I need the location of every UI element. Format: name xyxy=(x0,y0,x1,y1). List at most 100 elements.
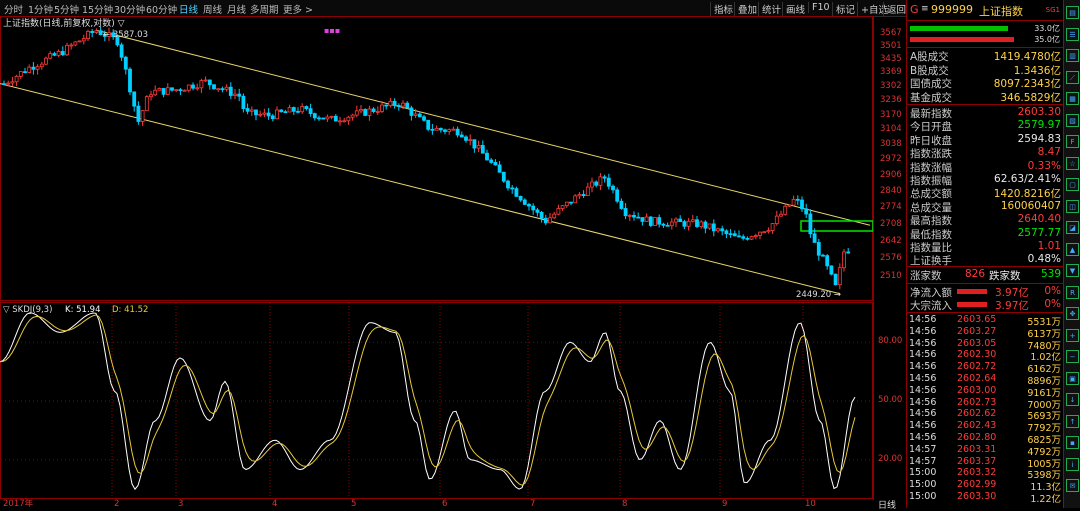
toolbar-button-2[interactable]: 统计 xyxy=(758,2,784,16)
price-pane-frame xyxy=(0,16,873,301)
quote-value: 2579.97 xyxy=(1017,119,1061,132)
panel-header[interactable]: G ≡ 999999 上证指数 SG1 xyxy=(907,2,1064,18)
candle-body xyxy=(779,213,783,217)
candle-body xyxy=(812,233,817,243)
high-label: ← 3587.03 xyxy=(103,30,148,40)
save-icon[interactable]: ▪ xyxy=(1066,436,1079,449)
toolbar-button-3[interactable]: 画线 xyxy=(782,2,808,16)
candles xyxy=(2,26,851,290)
candle-body xyxy=(39,63,44,68)
candle-body xyxy=(233,93,237,96)
tick-price: 2602.80 xyxy=(957,432,997,443)
candle-body xyxy=(438,127,443,131)
table-icon[interactable]: ▧ xyxy=(1066,113,1079,127)
candle-body xyxy=(497,164,502,173)
kline-chart[interactable]: 上证指数(日线,前复权,对数) ▽← 3587.032449.20 →▪▪▪▽ … xyxy=(0,16,873,508)
kdj-d-value: D: 41.52 xyxy=(112,305,148,315)
candle-body xyxy=(325,116,330,120)
chart-icon[interactable]: ▤ xyxy=(1066,6,1079,19)
up2-icon[interactable]: ↑ xyxy=(1066,414,1079,428)
kdj-tick: 80.00 xyxy=(878,336,903,347)
timeframe-7[interactable]: 周线 xyxy=(203,2,222,16)
timeframe-10[interactable]: 更多 > xyxy=(283,2,313,16)
grid-icon[interactable]: ▦ xyxy=(1066,92,1079,105)
timeframe-3[interactable]: 15分钟 xyxy=(82,2,113,16)
candle-body xyxy=(724,230,729,235)
channel-upper-line[interactable] xyxy=(95,29,871,226)
quote-value: 62.63/2.41% xyxy=(994,173,1061,185)
up-icon[interactable]: ▲ xyxy=(1066,242,1079,256)
info-icon[interactable]: i xyxy=(1066,457,1079,471)
candle-body xyxy=(451,128,456,131)
candle-body xyxy=(636,216,641,219)
kdj-tick: 50.00 xyxy=(878,395,903,405)
news-icon[interactable]: ◫ xyxy=(1066,199,1079,213)
candle-body xyxy=(174,89,179,92)
quote-value: 160060407 xyxy=(1000,199,1061,212)
timeframe-5[interactable]: 60分钟 xyxy=(146,2,177,16)
candle-body xyxy=(657,217,662,225)
trend-icon[interactable]: ⟋ xyxy=(1066,70,1079,84)
candle-body xyxy=(560,205,565,209)
tick-price: 2603.32 xyxy=(957,467,997,479)
candle-body xyxy=(401,102,405,107)
screen-icon[interactable]: ▣ xyxy=(1066,371,1079,385)
zoom-in-icon[interactable]: + xyxy=(1066,328,1079,342)
toolbar-button-5[interactable]: 标记 xyxy=(832,2,858,16)
candle-body xyxy=(90,30,95,33)
bars-icon[interactable]: ▥ xyxy=(1066,49,1079,62)
candle-body xyxy=(489,159,494,163)
timeframe-2[interactable]: 5分钟 xyxy=(54,2,79,16)
f10-icon[interactable]: F xyxy=(1066,135,1079,148)
quote-row: 指数量比 1.01 xyxy=(907,240,1064,254)
list-icon[interactable]: ☰ xyxy=(1066,27,1079,41)
timeframe-4[interactable]: 30分钟 xyxy=(114,2,145,16)
candle-body xyxy=(359,109,363,112)
down2-icon[interactable]: ↓ xyxy=(1066,393,1079,406)
quote-row: 最高指数 2640.40 xyxy=(907,213,1064,227)
toolbar-button-1[interactable]: 叠加 xyxy=(734,2,760,16)
period-toolbar: 分时 1分钟 5分钟 15分钟 30分钟 60分钟 日线 周线 月线 多周期 更多 > 指标 叠加 统计画… xyxy=(0,0,906,17)
candle-body xyxy=(363,109,368,116)
rsi-icon[interactable]: R xyxy=(1066,285,1079,299)
candle-body xyxy=(619,200,624,209)
star-icon[interactable]: ☆ xyxy=(1066,156,1079,170)
candle-body xyxy=(321,117,326,120)
candle-body xyxy=(711,223,716,232)
zoom-out-icon[interactable]: − xyxy=(1066,350,1079,363)
net-inflow-row: 净流入额 3.97亿 0% xyxy=(907,285,1064,299)
candle-body xyxy=(518,195,523,201)
price-tick: 2708 xyxy=(880,218,902,229)
quote-row: 最新指数 2603.30 xyxy=(907,106,1064,120)
timeframe-6[interactable]: 日线 xyxy=(179,2,198,16)
cross-icon[interactable]: ✥ xyxy=(1066,307,1079,320)
candle-body xyxy=(405,102,410,109)
toolbar-button-4[interactable]: F10 xyxy=(808,2,833,13)
candle-body xyxy=(732,233,737,237)
candle-body xyxy=(77,40,82,43)
up-count: 826 xyxy=(965,268,986,280)
price-tick: 3236 xyxy=(880,95,902,106)
tag-icon[interactable]: ◪ xyxy=(1066,221,1079,234)
candle-body xyxy=(434,127,439,131)
timeframe-0[interactable]: 分时 xyxy=(4,2,23,16)
month-label: 2017年 xyxy=(3,498,34,508)
toolbar-button-0[interactable]: 指标 xyxy=(710,2,736,16)
down-icon[interactable]: ▼ xyxy=(1066,264,1079,277)
timeframe-9[interactable]: 多周期 xyxy=(250,2,279,16)
box-icon[interactable]: ▢ xyxy=(1066,178,1079,191)
candle-body xyxy=(695,219,699,227)
header-name: 上证指数 xyxy=(979,5,1023,18)
candle-body xyxy=(787,204,792,207)
mail-icon[interactable]: ✉ xyxy=(1066,479,1079,492)
candle-body xyxy=(602,176,607,179)
candle-body xyxy=(224,86,229,90)
candle-body xyxy=(837,267,842,286)
quote-row: 指数涨跌 8.47 xyxy=(907,146,1064,160)
price-tick: 3369 xyxy=(880,67,902,78)
timeframe-1[interactable]: 1分钟 xyxy=(28,2,53,16)
timeframe-8[interactable]: 月线 xyxy=(227,2,246,16)
candle-body xyxy=(522,199,527,205)
quote-row: 最低指数 2577.77 xyxy=(907,227,1064,241)
candle-body xyxy=(804,208,809,215)
